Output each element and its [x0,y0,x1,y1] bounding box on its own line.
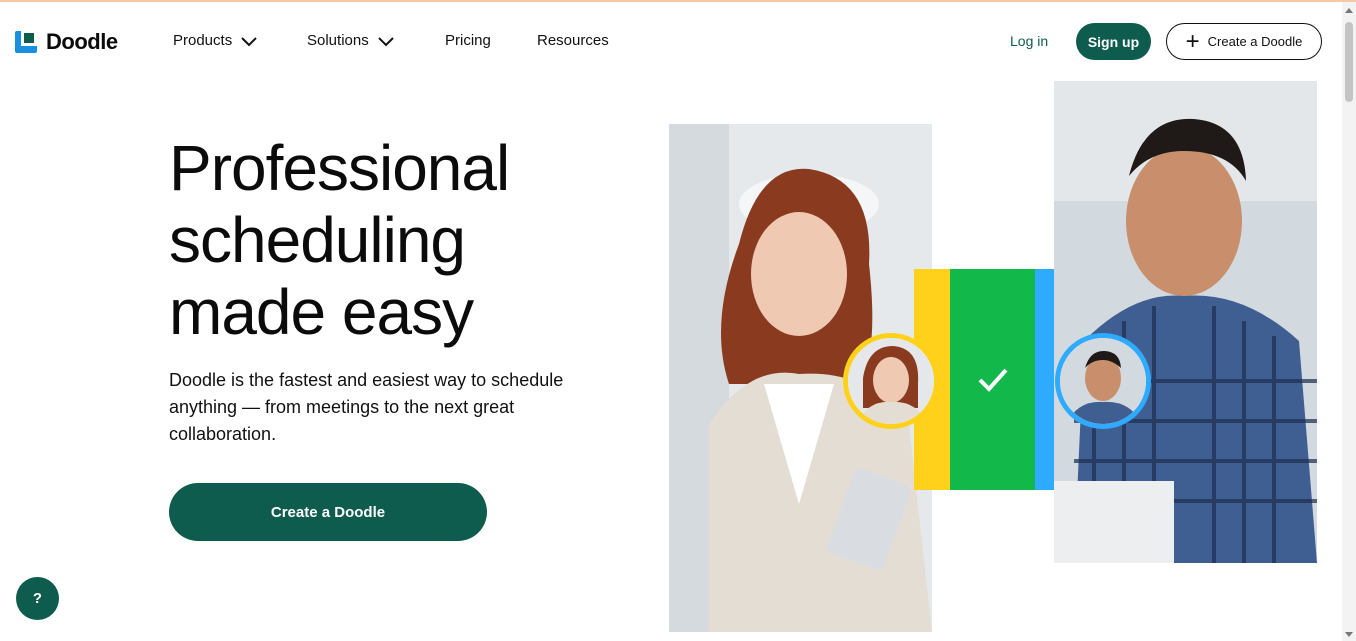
create-doodle-button[interactable]: Create a Doodle [169,483,487,541]
scrollbar-thumb[interactable] [1345,22,1353,102]
top-border [0,0,1356,2]
scroll-up-icon[interactable] [1345,8,1353,13]
create-doodle-header-button[interactable]: + Create a Doodle [1166,23,1322,60]
man-avatar [1055,333,1151,429]
nav-solutions-label: Solutions [307,32,369,49]
login-link[interactable]: Log in [1010,33,1048,49]
hero-title: Professional scheduling made easy [169,132,510,348]
logo-text: Doodle [46,29,118,54]
scrollbar[interactable] [1342,2,1356,641]
create-doodle-header-label: Create a Doodle [1207,34,1303,49]
nav-resources[interactable]: Resources [537,32,609,49]
chevron-down-icon [378,36,394,46]
nav-pricing-label: Pricing [445,32,491,49]
scroll-down-icon[interactable] [1345,632,1353,637]
check-icon [978,368,1008,392]
nav-products[interactable]: Products [173,32,258,49]
nav-pricing[interactable]: Pricing [445,32,491,49]
plus-icon: + [1185,27,1200,55]
nav-products-label: Products [173,32,233,49]
hero-subtitle: Doodle is the fastest and easiest way to… [169,370,564,444]
logo[interactable]: Doodle [15,29,118,54]
help-button[interactable]: ? [16,577,59,620]
nav-resources-label: Resources [537,32,609,49]
nav-solutions[interactable]: Solutions [307,32,395,49]
chevron-down-icon [241,36,257,46]
man-photo [1054,81,1317,563]
signup-button[interactable]: Sign up [1076,23,1151,60]
doodle-logo-icon [15,30,37,53]
woman-avatar [843,333,939,429]
